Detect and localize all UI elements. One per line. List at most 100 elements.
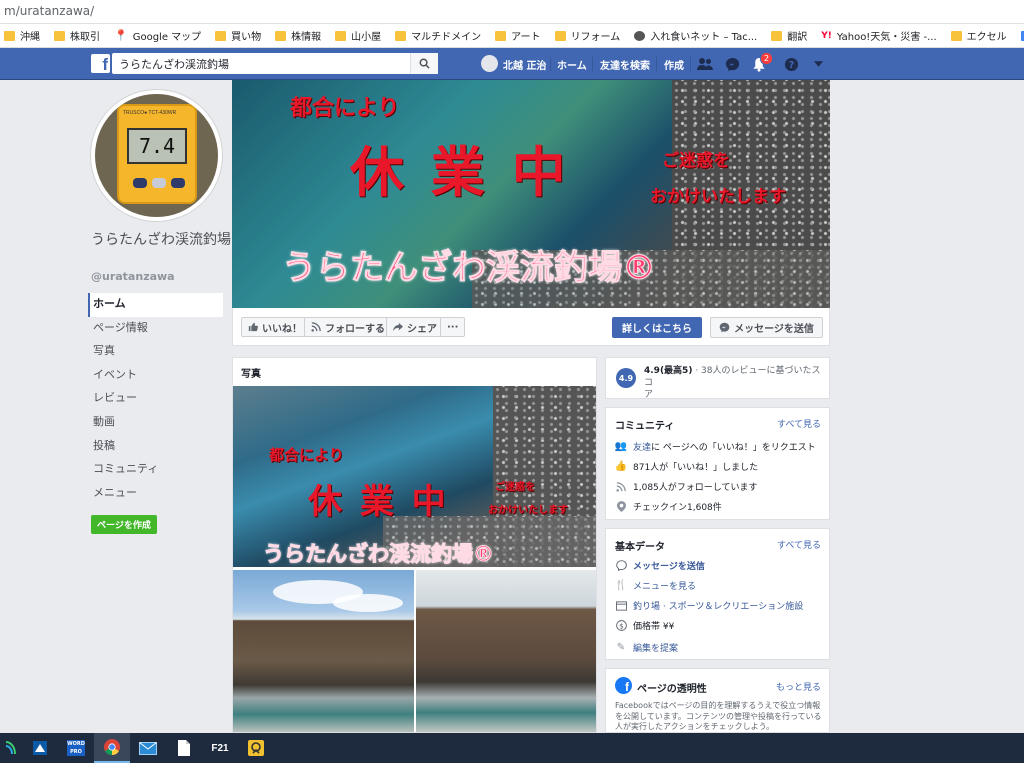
facebook-logo-icon[interactable]: f xyxy=(91,54,110,73)
photo-river-valley-1[interactable] xyxy=(233,570,414,732)
bookmark-item[interactable]: 買い物 xyxy=(215,28,261,43)
bookmark-label: 翻訳 xyxy=(787,32,808,43)
svg-text:?: ? xyxy=(788,59,793,70)
page-nav-item[interactable]: 写真 xyxy=(88,340,223,364)
friend-requests-icon[interactable] xyxy=(697,56,713,72)
like-button[interactable]: いいね！ xyxy=(241,317,309,337)
messenger-outline-icon xyxy=(615,560,627,572)
follow-button[interactable]: フォローする xyxy=(304,317,392,337)
bookmark-item[interactable]: Google 翻訳 xyxy=(1020,28,1024,43)
page-transparency-card: f ページの透明性 もっと見る Facebookではページの目的を理解するうえで… xyxy=(605,668,830,733)
bookmark-item[interactable]: 株情報 xyxy=(275,28,321,43)
bookmark-item[interactable]: マルチドメイン xyxy=(395,28,481,43)
bookmark-item[interactable]: Y! Yahoo!天気・災害 -... xyxy=(821,28,936,44)
page-nav-item[interactable]: コミュニティ xyxy=(88,458,223,482)
folder-icon xyxy=(771,30,783,41)
user-avatar[interactable] xyxy=(481,55,498,72)
home-link[interactable]: ホーム xyxy=(557,57,587,72)
bookmark-item[interactable]: 山小屋 xyxy=(335,28,381,43)
about-send-message-link[interactable]: メッセージを送信 xyxy=(633,559,705,572)
meter-button-image xyxy=(152,178,166,188)
bookmark-item[interactable]: リフォーム xyxy=(554,28,620,43)
about-category-item[interactable]: 釣り場 · スポーツ＆レクリエーション施設 xyxy=(615,599,803,612)
learn-more-button[interactable]: 詳しくはこちら xyxy=(612,317,702,338)
search-button[interactable] xyxy=(410,53,438,74)
about-see-all-link[interactable]: すべて見る xyxy=(777,538,821,551)
user-name-link[interactable]: 北越 正治 xyxy=(503,57,546,72)
photos-section-title[interactable]: 写真 xyxy=(241,365,261,380)
find-friends-link[interactable]: 友達を検索 xyxy=(600,57,650,72)
taskbar-edge-like-icon[interactable] xyxy=(22,733,58,763)
send-message-label: メッセージを送信 xyxy=(734,324,814,335)
taskbar-f21-icon[interactable]: F21 xyxy=(202,733,238,763)
search-input[interactable] xyxy=(112,53,438,74)
rating-score-badge: 4.9 xyxy=(616,368,636,388)
taskbar-app-icon[interactable] xyxy=(0,733,22,763)
share-button[interactable]: シェア xyxy=(386,317,444,337)
folder-icon xyxy=(275,30,287,41)
photo-closed-notice[interactable]: 都合により 休 業 中 ご迷惑を おかけいたします うらたんざわ渓流釣場® xyxy=(233,386,596,567)
more-options-button[interactable]: ··· xyxy=(440,317,466,337)
account-menu-caret-icon[interactable] xyxy=(810,56,826,72)
pencil-icon: ✎ xyxy=(616,642,626,653)
about-category-link[interactable]: 釣り場 · スポーツ＆レクリエーション施設 xyxy=(633,599,803,612)
bookmark-item[interactable]: 📍 Google マップ xyxy=(114,28,202,44)
bookmark-item[interactable]: 株取引 xyxy=(54,28,100,43)
about-menu-link[interactable]: メニューを見る xyxy=(633,579,696,592)
rating-text[interactable]: 4.9(最高5) · 38人のレビューに基づいたスコ ア xyxy=(644,365,824,401)
messenger-icon[interactable] xyxy=(724,56,740,72)
photo-text-line1: 都合により xyxy=(269,446,344,464)
bookmark-label: 買い物 xyxy=(231,32,262,43)
bookmark-label: Google マップ xyxy=(132,32,202,43)
create-link[interactable]: 作成 xyxy=(664,57,684,72)
taskbar-office-icon[interactable]: WORD PRO xyxy=(58,733,94,763)
about-suggest-edit-item[interactable]: ✎ 編集を提案 xyxy=(615,641,678,654)
help-icon[interactable]: ? xyxy=(783,56,799,72)
bookmark-item[interactable]: アート xyxy=(495,28,541,43)
cover-photo[interactable]: 都合により 休 業 中 ご迷惑を おかけいたします うらたんざわ渓流釣場® xyxy=(232,80,830,308)
bookmark-label: 山小屋 xyxy=(351,32,382,43)
taskbar-mail-icon[interactable] xyxy=(130,733,166,763)
page-nav-item[interactable]: レビュー xyxy=(88,387,223,411)
messenger-icon xyxy=(719,322,730,333)
bookmark-item[interactable]: 翻訳 xyxy=(771,28,807,43)
friends-link[interactable]: 友達 xyxy=(633,443,651,453)
bookmark-item[interactable]: 沖縄 xyxy=(4,28,40,43)
followers-count-item: 1,085人がフォローしています xyxy=(615,480,758,493)
page-title[interactable]: うらたんざわ渓流釣場 xyxy=(91,231,231,249)
page-nav-item[interactable]: メニュー xyxy=(88,482,223,506)
page-nav-item[interactable]: イベント xyxy=(88,364,223,388)
location-pin-icon xyxy=(615,501,627,513)
like-label: いいね！ xyxy=(262,323,302,335)
transparency-more-link[interactable]: もっと見る xyxy=(776,680,821,693)
community-see-all-link[interactable]: すべて見る xyxy=(777,417,821,430)
photo-river-valley-2[interactable] xyxy=(416,570,596,732)
send-message-button[interactable]: メッセージを送信 xyxy=(710,317,823,338)
bookmark-item[interactable]: 入れ食いネット – Tac... xyxy=(634,28,757,43)
bookmark-label: 株取引 xyxy=(70,32,100,43)
likes-text: 871人が「いいね！」しました xyxy=(633,463,759,473)
taskbar-app2-icon[interactable] xyxy=(238,733,274,763)
about-suggest-edit-link[interactable]: 編集を提案 xyxy=(633,641,678,654)
page-nav-item[interactable]: ホーム xyxy=(88,293,223,317)
taskbar-chrome-icon[interactable] xyxy=(94,733,130,763)
folder-icon xyxy=(395,30,407,41)
about-send-message-item[interactable]: メッセージを送信 xyxy=(615,559,705,572)
page-nav-item[interactable]: ページ情報 xyxy=(88,317,223,341)
bookmark-label: 沖縄 xyxy=(20,32,40,43)
invite-friends-item[interactable]: 👥 友達に ページへの「いいね！」をリクエスト xyxy=(615,440,816,453)
about-menu-item[interactable]: 🍴 メニューを見る xyxy=(615,579,696,592)
create-page-button[interactable]: ページを作成 xyxy=(91,515,157,534)
nav-divider xyxy=(550,57,551,71)
bookmark-item[interactable]: エクセル xyxy=(950,28,1007,43)
share-arrow-icon xyxy=(393,322,403,332)
about-price-item: $ 価格帯 ¥¥ xyxy=(615,619,674,632)
address-bar[interactable]: m/uratanzawa/ xyxy=(0,0,1024,24)
page-nav-item[interactable]: 投稿 xyxy=(88,435,223,459)
rss-follow-icon xyxy=(615,481,627,493)
page-nav-item[interactable]: 動画 xyxy=(88,411,223,435)
page-profile-picture[interactable]: TRUSCO● TCT-430WR 7.4 xyxy=(91,90,222,221)
bookmarks-bar: 沖縄 株取引 📍 Google マップ 買い物 株情報 山小屋 マルチドメイン アート リフォーム… xyxy=(0,24,1024,48)
taskbar-file-icon[interactable] xyxy=(166,733,202,763)
page-username[interactable]: @uratanzawa xyxy=(91,270,175,283)
